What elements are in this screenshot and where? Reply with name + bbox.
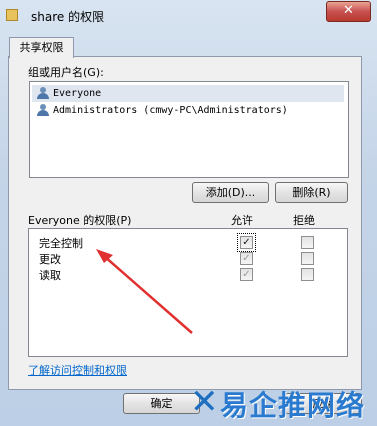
permissions-dialog: share 的权限 ✕ 共享权限 组或用户名(G): Everyone Admi… bbox=[0, 0, 377, 426]
permission-label: 完全控制 bbox=[39, 237, 83, 250]
allow-column-header: 允许 bbox=[231, 214, 253, 227]
tab-share-permissions[interactable]: 共享权限 bbox=[9, 37, 74, 58]
window-title: share 的权限 bbox=[31, 10, 105, 24]
user-name: Everyone bbox=[53, 88, 102, 99]
permission-label: 更改 bbox=[39, 253, 61, 266]
title-bar: share 的权限 ✕ bbox=[0, 0, 377, 30]
remove-button[interactable]: 删除(R) bbox=[275, 182, 348, 203]
deny-column-header: 拒绝 bbox=[293, 214, 315, 227]
allow-change-checkbox[interactable]: ✓ bbox=[240, 252, 253, 265]
ok-button[interactable]: 确定 bbox=[123, 393, 200, 414]
list-item[interactable]: Administrators (cmwy-PC\Administrators) bbox=[32, 102, 344, 119]
allow-read-checkbox[interactable]: ✓ bbox=[240, 268, 253, 281]
permissions-list: 完全控制 更改 读取 ✓ ✓ ✓ bbox=[28, 228, 348, 357]
permissions-header: Everyone 的权限(P) bbox=[28, 214, 132, 227]
deny-change-checkbox[interactable] bbox=[301, 252, 314, 265]
add-button[interactable]: 添加(D)... bbox=[192, 182, 269, 203]
folder-icon bbox=[6, 9, 18, 21]
groups-label: 组或用户名(G): bbox=[28, 66, 104, 79]
user-group-icon bbox=[36, 87, 50, 100]
list-item[interactable]: Everyone bbox=[32, 85, 344, 102]
user-name: Administrators (cmwy-PC\Administrators) bbox=[53, 105, 288, 116]
watermark: ✕ 易企推网络 bbox=[190, 380, 377, 426]
close-button[interactable]: ✕ bbox=[326, 1, 371, 22]
watermark-text: 易企推网络 bbox=[220, 389, 366, 422]
permission-label: 读取 bbox=[39, 269, 61, 282]
watermark-logo: ✕ bbox=[190, 382, 219, 422]
allow-full-control-checkbox[interactable]: ✓ bbox=[237, 233, 256, 252]
deny-full-control-checkbox[interactable] bbox=[301, 236, 314, 249]
learn-access-control-link[interactable]: 了解访问控制和权限 bbox=[28, 362, 127, 378]
deny-read-checkbox[interactable] bbox=[301, 268, 314, 281]
user-group-icon bbox=[36, 104, 50, 117]
user-list[interactable]: Everyone Administrators (cmwy-PC\Adminis… bbox=[29, 81, 349, 178]
